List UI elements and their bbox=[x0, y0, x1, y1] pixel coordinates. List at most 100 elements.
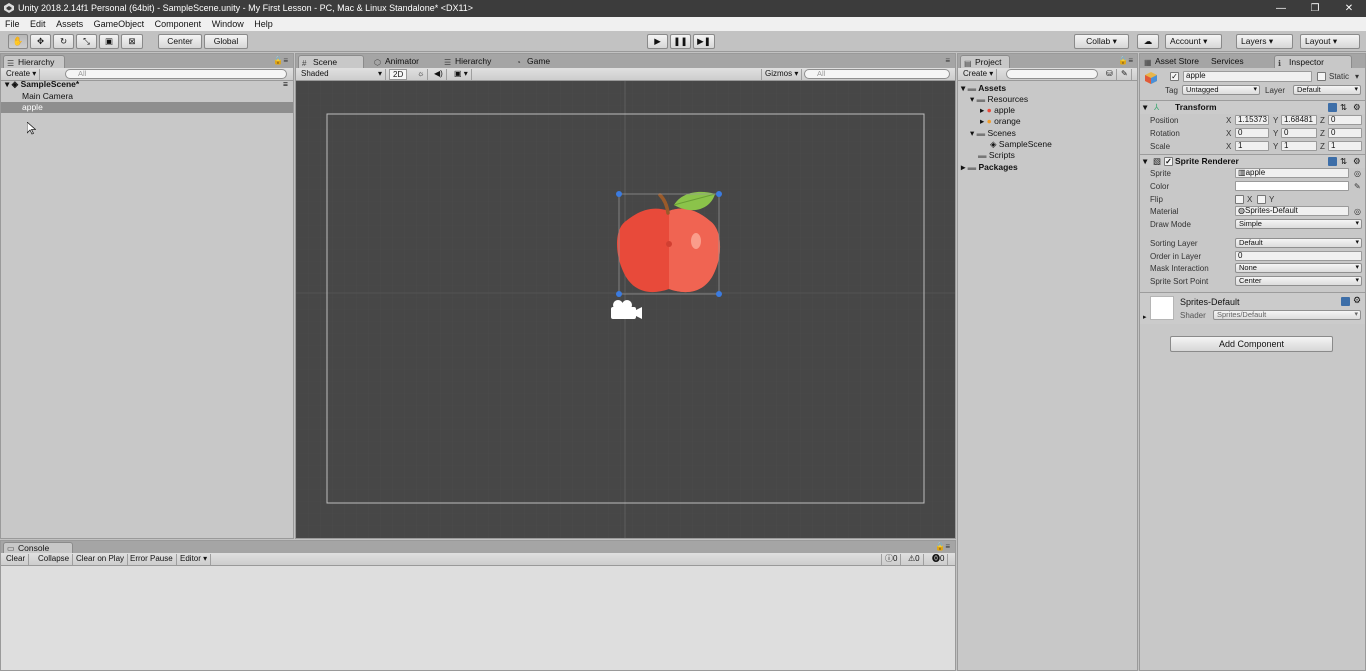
position-y-field[interactable]: 1.68481 bbox=[1281, 115, 1317, 125]
maximize-icon[interactable]: ❐ bbox=[1298, 0, 1332, 17]
position-x-field[interactable]: 1.15373 bbox=[1235, 115, 1269, 125]
tree-apple[interactable]: ▸ ● apple bbox=[958, 105, 1137, 116]
audio-icon[interactable]: ◀) bbox=[431, 69, 447, 80]
rotation-y-field[interactable]: 0 bbox=[1281, 128, 1317, 138]
tab-project[interactable]: ▤ Project bbox=[960, 55, 1010, 68]
tab-asset-store[interactable]: ▦ Asset Store bbox=[1141, 55, 1205, 68]
layout-dropdown[interactable]: Layout ▾ bbox=[1300, 34, 1360, 49]
panel-menu-icon[interactable]: 🔒≡ bbox=[273, 56, 288, 65]
hierarchy-search-input[interactable]: All bbox=[65, 69, 287, 79]
static-dropdown-icon[interactable]: ▾ bbox=[1355, 72, 1359, 81]
rect-tool-icon[interactable]: ▣ bbox=[99, 34, 119, 49]
color-swatch[interactable] bbox=[1235, 181, 1349, 191]
collab-button[interactable]: Collab ▾ bbox=[1074, 34, 1129, 49]
tree-orange[interactable]: ▸ ● orange bbox=[958, 116, 1137, 127]
scene-view[interactable] bbox=[296, 81, 955, 538]
collapse-button[interactable]: Collapse bbox=[35, 554, 74, 565]
tag-dropdown[interactable]: Untagged bbox=[1182, 85, 1260, 95]
pause-button[interactable]: ❚❚ bbox=[670, 34, 691, 49]
info-filter-button[interactable]: ⓘ0 bbox=[881, 554, 902, 565]
hierarchy-item-apple[interactable]: apple bbox=[1, 102, 293, 113]
object-name-field[interactable]: apple bbox=[1183, 71, 1312, 82]
static-checkbox[interactable] bbox=[1317, 72, 1326, 81]
tree-samplescene[interactable]: ◈ SampleScene bbox=[958, 139, 1137, 150]
menu-assets[interactable]: Assets bbox=[56, 19, 83, 29]
error-pause-button[interactable]: Error Pause bbox=[127, 554, 177, 565]
tab-hierarchy-2[interactable]: ☰ Hierarchy bbox=[441, 55, 503, 68]
panel-menu-icon[interactable]: ≡ bbox=[945, 56, 950, 65]
tree-assets[interactable]: ▾ ▬ Assets bbox=[958, 83, 1137, 94]
menu-gameobject[interactable]: GameObject bbox=[94, 19, 145, 29]
tab-inspector[interactable]: ℹ Inspector bbox=[1274, 55, 1352, 68]
close-icon[interactable]: ✕ bbox=[1332, 0, 1366, 17]
minimize-icon[interactable]: — bbox=[1264, 0, 1298, 17]
resize-handle[interactable] bbox=[716, 291, 722, 297]
preset-icon[interactable]: ⇅ bbox=[1340, 101, 1347, 114]
settings-gear-icon[interactable]: ⚙ bbox=[1353, 101, 1361, 114]
tab-scene[interactable]: # Scene bbox=[298, 55, 364, 68]
gizmos-dropdown[interactable]: Gizmos ▾ bbox=[761, 69, 803, 80]
step-button[interactable]: ▶❚ bbox=[693, 34, 715, 49]
tab-services[interactable]: Services bbox=[1198, 55, 1244, 68]
shading-dropdown[interactable]: Shaded ▾ bbox=[298, 69, 386, 80]
move-tool-icon[interactable]: ✥ bbox=[30, 34, 51, 49]
draw-mode-dropdown[interactable]: Simple bbox=[1235, 219, 1362, 229]
order-in-layer-field[interactable]: 0 bbox=[1235, 251, 1362, 261]
warning-filter-button[interactable]: ⚠0 bbox=[905, 554, 924, 565]
tab-game[interactable]: ◔ Game bbox=[513, 55, 563, 68]
layer-dropdown[interactable]: Default bbox=[1293, 85, 1361, 95]
account-dropdown[interactable]: Account ▾ bbox=[1165, 34, 1222, 49]
scene-menu-icon[interactable]: ≡ bbox=[283, 79, 288, 90]
resize-handle[interactable] bbox=[616, 291, 622, 297]
scale-tool-icon[interactable]: ⤡ bbox=[76, 34, 97, 49]
tab-console[interactable]: ▭ Console bbox=[3, 542, 73, 553]
light-icon[interactable]: ☼ bbox=[414, 69, 429, 80]
sorting-layer-dropdown[interactable]: Default bbox=[1235, 238, 1362, 248]
scale-y-field[interactable]: 1 bbox=[1281, 141, 1317, 151]
menu-component[interactable]: Component bbox=[155, 19, 202, 29]
object-picker-icon[interactable]: ◎ bbox=[1354, 167, 1361, 180]
tree-scenes[interactable]: ▾ ▬ Scenes bbox=[958, 128, 1137, 139]
effects-icon[interactable]: ▣ ▾ bbox=[451, 69, 472, 80]
sprite-object-field[interactable]: ▥apple bbox=[1235, 168, 1349, 178]
collapse-arrow-icon[interactable]: ▾ bbox=[1143, 101, 1147, 114]
expand-arrow-icon[interactable]: ▸ bbox=[1143, 313, 1147, 321]
help-book-icon[interactable] bbox=[1328, 157, 1337, 166]
rotate-tool-icon[interactable]: ↻ bbox=[53, 34, 74, 49]
tree-packages[interactable]: ▸ ▬ Packages bbox=[958, 162, 1137, 173]
settings-gear-icon[interactable]: ⚙ bbox=[1353, 295, 1361, 306]
clear-button[interactable]: Clear bbox=[3, 554, 30, 565]
panel-menu-icon[interactable]: 🔒≡ bbox=[935, 542, 950, 551]
project-search-input[interactable] bbox=[1006, 69, 1098, 79]
active-checkbox[interactable]: ✓ bbox=[1170, 72, 1179, 81]
hand-tool-icon[interactable]: ✋ bbox=[8, 34, 28, 49]
scale-z-field[interactable]: 1 bbox=[1328, 141, 1362, 151]
flip-x-checkbox[interactable] bbox=[1235, 195, 1244, 204]
tree-scripts[interactable]: ▬ Scripts bbox=[958, 150, 1137, 161]
scene-search-input[interactable]: All bbox=[804, 69, 950, 79]
object-picker-icon[interactable]: ◎ bbox=[1354, 205, 1361, 218]
error-filter-button[interactable]: ⓿0 bbox=[929, 554, 949, 565]
menu-help[interactable]: Help bbox=[254, 19, 273, 29]
clear-on-play-button[interactable]: Clear on Play bbox=[73, 554, 129, 565]
play-button[interactable]: ▶ bbox=[647, 34, 668, 49]
scale-x-field[interactable]: 1 bbox=[1235, 141, 1269, 151]
filter-type-icon[interactable]: ⛁ bbox=[1103, 69, 1117, 80]
pivot-center-button[interactable]: Center bbox=[158, 34, 202, 49]
menu-edit[interactable]: Edit bbox=[30, 19, 46, 29]
sprite-sort-point-dropdown[interactable]: Center bbox=[1235, 276, 1362, 286]
filter-label-icon[interactable]: ✎ bbox=[1118, 69, 1132, 80]
resize-handle[interactable] bbox=[716, 191, 722, 197]
panel-menu-icon[interactable]: 🔒≡ bbox=[1118, 56, 1133, 65]
transform-header[interactable]: ▾ ⅄ Transform ⇅ ⚙ bbox=[1140, 100, 1365, 114]
tab-hierarchy[interactable]: ☰ Hierarchy bbox=[3, 55, 65, 68]
scene-row[interactable]: ▾ ◈ SampleScene* ≡ bbox=[1, 79, 293, 90]
tab-animator[interactable]: ⬡ Animator bbox=[371, 55, 431, 68]
menu-file[interactable]: File bbox=[5, 19, 20, 29]
tree-resources[interactable]: ▾ ▬ Resources bbox=[958, 94, 1137, 105]
rotation-x-field[interactable]: 0 bbox=[1235, 128, 1269, 138]
sprite-renderer-header[interactable]: ▾ ▧ ✓ Sprite Renderer ⇅ ⚙ bbox=[1140, 154, 1365, 168]
transform-tool-icon[interactable]: ⊠ bbox=[121, 34, 143, 49]
menu-window[interactable]: Window bbox=[212, 19, 244, 29]
cloud-icon[interactable]: ☁ bbox=[1137, 34, 1159, 49]
